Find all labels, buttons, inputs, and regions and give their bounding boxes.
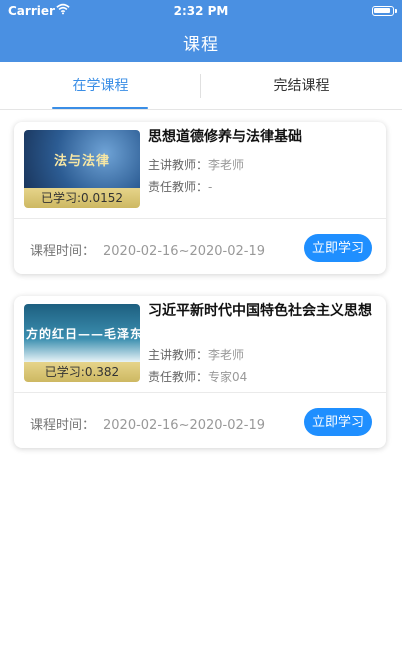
status-time: 2:32 PM [173, 4, 229, 18]
course-time-row: 课程时间： 2020-02-16~2020-02-19 [30, 240, 265, 259]
lecturer-value: 李老师 [208, 158, 245, 172]
tab-studying[interactable]: 在学课程 [0, 62, 201, 110]
course-time-label: 课程时间： [30, 244, 96, 259]
course-title[interactable]: 习近平新时代中国特色社会主义思想 [148, 302, 373, 321]
status-bar: Carrier 2:32 PM [0, 0, 402, 22]
course-card[interactable]: 法与法律 已学习:0.0152 思想道德修养与法律基础 主讲教师：李老师 责任教… [14, 122, 386, 274]
battery-tip [395, 9, 397, 13]
card-divider [14, 392, 386, 393]
course-title[interactable]: 思想道德修养与法律基础 [148, 128, 373, 147]
thumbnail-text: 法与法律 [53, 153, 110, 169]
responsible-label: 责任教师： [148, 180, 209, 194]
course-time-value: 2020-02-16~2020-02-19 [103, 418, 266, 433]
page-title: 课程 [183, 35, 219, 55]
lecturer-label: 主讲教师： [148, 158, 209, 172]
course-time-row: 课程时间： 2020-02-16~2020-02-19 [30, 414, 265, 433]
course-thumbnail[interactable]: 方的红日——毛泽东思想 已学习:0.382 [24, 304, 140, 382]
responsible-value: - [208, 180, 213, 194]
lecturer-value: 李老师 [208, 348, 245, 362]
lecturer-row: 主讲教师：李老师 [148, 156, 244, 173]
study-progress: 已学习:0.0152 [24, 188, 140, 208]
course-thumbnail[interactable]: 法与法律 已学习:0.0152 [24, 130, 140, 208]
top-bar: Carrier 2:32 PM 课程 [0, 0, 402, 62]
course-time-label: 课程时间： [30, 418, 96, 433]
responsible-row: 责任教师：- [148, 178, 212, 195]
tab-completed[interactable]: 完结课程 [201, 62, 402, 110]
course-time-value: 2020-02-16~2020-02-19 [103, 244, 266, 259]
lecturer-label: 主讲教师： [148, 348, 209, 362]
start-study-button[interactable]: 立即学习 [304, 234, 372, 262]
responsible-row: 责任教师：专家04 [148, 368, 247, 385]
battery-icon [372, 6, 394, 16]
card-divider [14, 218, 386, 219]
study-progress: 已学习:0.382 [24, 362, 140, 382]
start-study-button[interactable]: 立即学习 [304, 408, 372, 436]
responsible-value: 专家04 [208, 370, 248, 384]
lecturer-row: 主讲教师：李老师 [148, 346, 244, 363]
thumbnail-text: 方的红日——毛泽东思想 [26, 326, 140, 341]
course-card[interactable]: 方的红日——毛泽东思想 已学习:0.382 习近平新时代中国特色社会主义思想 主… [14, 296, 386, 448]
active-tab-indicator [52, 107, 148, 109]
course-tabs: 在学课程 完结课程 [0, 62, 402, 110]
responsible-label: 责任教师： [148, 370, 209, 384]
